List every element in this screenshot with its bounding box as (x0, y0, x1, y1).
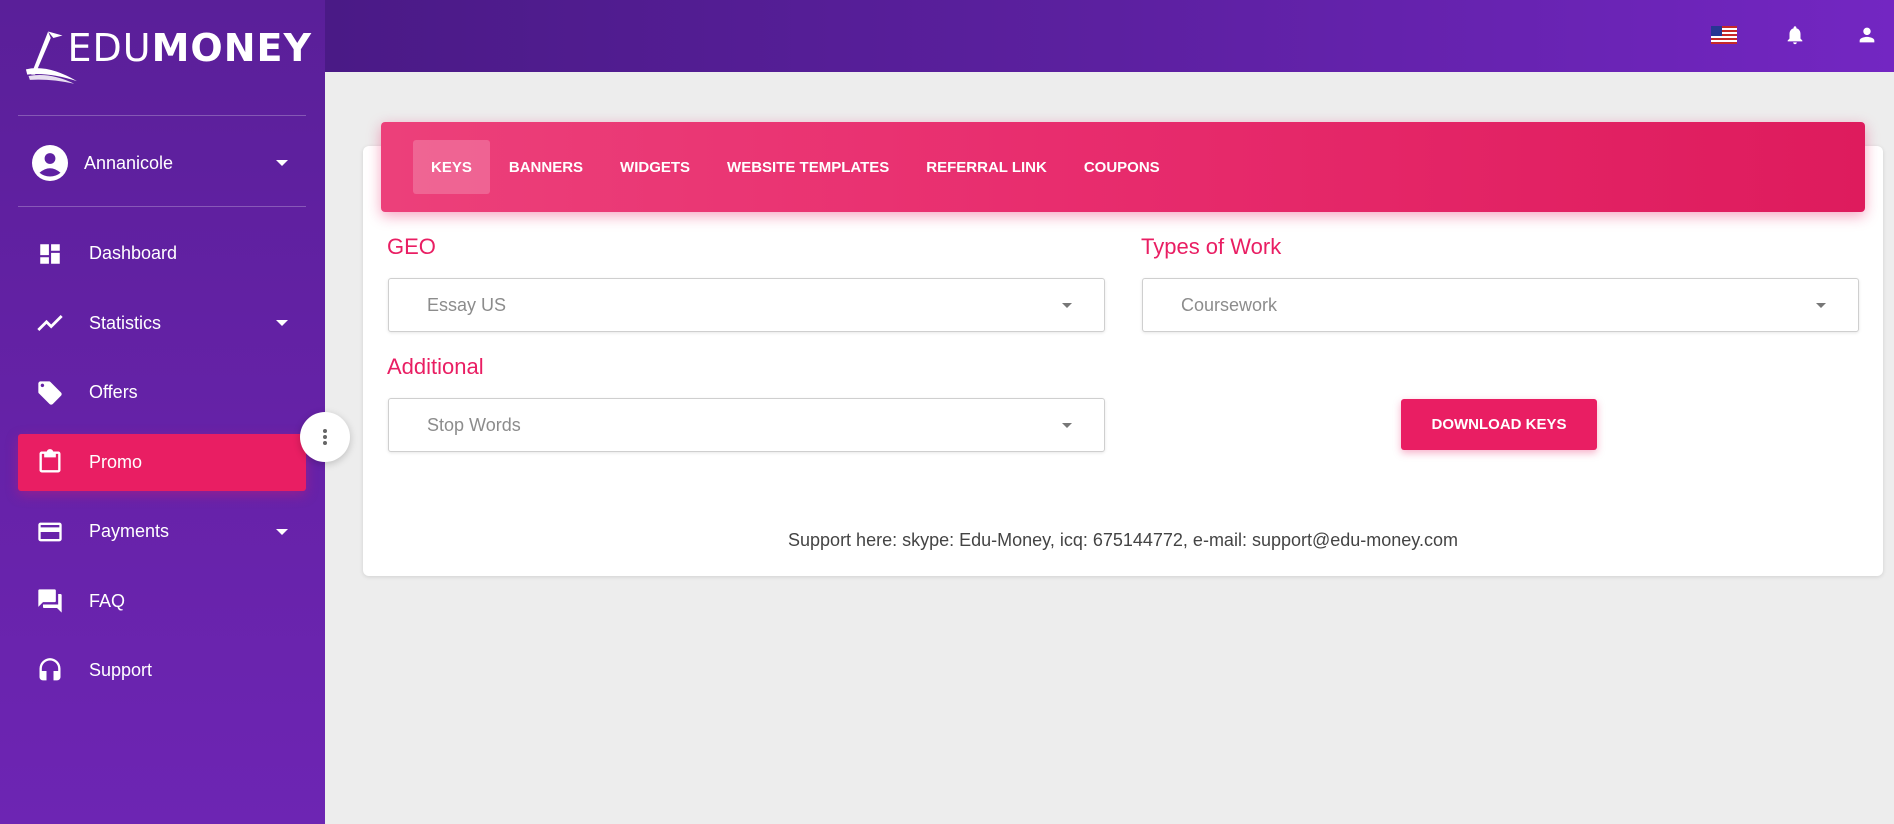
sidebar-item-label: Promo (89, 451, 143, 472)
bell-icon[interactable] (1780, 20, 1810, 50)
sidebar-divider (18, 206, 306, 207)
download-keys-button[interactable]: DOWNLOAD KEYS (1401, 399, 1597, 450)
dropdown-arrow-icon (1062, 302, 1072, 308)
headset-icon (35, 656, 65, 686)
sidebar-item-dashboard[interactable]: Dashboard (18, 225, 306, 282)
credit-card-icon (35, 517, 65, 547)
types-of-work-select[interactable]: Coursework (1142, 278, 1859, 332)
dropdown-arrow-icon (1816, 302, 1826, 308)
tab-website-templates[interactable]: WEBSITE TEMPLATES (709, 140, 907, 194)
topbar (325, 0, 1894, 72)
sidebar-nav: Dashboard Statistics Offers Promo Paymen… (18, 225, 306, 712)
sidebar-item-label: Offers (89, 382, 138, 402)
geo-label: GEO (387, 234, 436, 259)
sidebar-item-label: Dashboard (89, 243, 178, 263)
account-circle-icon (32, 145, 68, 181)
sidebar-item-faq[interactable]: FAQ (18, 573, 306, 630)
user-menu[interactable]: Annanicole (18, 135, 306, 191)
tab-referral-link[interactable]: REFERRAL LINK (908, 140, 1065, 194)
additional-select-value: Stop Words (427, 414, 521, 435)
tab-keys[interactable]: KEYS (413, 140, 490, 194)
sidebar-item-label: Statistics (89, 312, 162, 333)
chevron-down-icon (276, 320, 288, 326)
types-of-work-select-value: Coursework (1181, 294, 1278, 315)
chevron-down-icon (276, 160, 288, 166)
sidebar-item-statistics[interactable]: Statistics (18, 295, 306, 352)
dashboard-icon (35, 239, 65, 269)
us-flag-icon[interactable] (1709, 20, 1739, 50)
logo[interactable]: EDUMONEY (22, 14, 312, 100)
sidebar-item-offers[interactable]: Offers (18, 364, 306, 421)
sidebar-divider (18, 115, 306, 116)
logo-text: EDUMONEY (67, 26, 312, 70)
sidebar-item-payments[interactable]: Payments (18, 503, 306, 560)
sidebar-item-label: FAQ (89, 590, 126, 611)
user-icon[interactable] (1852, 20, 1882, 50)
promo-tabs: KEYS BANNERS WIDGETS WEBSITE TEMPLATES R… (381, 122, 1865, 212)
chevron-down-icon (276, 528, 288, 535)
trending-up-icon (35, 308, 65, 338)
sidebar-item-support[interactable]: Support (18, 642, 306, 699)
dropdown-arrow-icon (1062, 422, 1072, 428)
user-name: Annanicole (84, 152, 174, 173)
support-text: Support here: skype: Edu-Money, icq: 675… (788, 530, 1458, 550)
geo-select[interactable]: Essay US (388, 278, 1105, 332)
forum-icon (35, 586, 65, 616)
more-vertical-icon (323, 429, 327, 445)
sidebar-item-label: Payments (89, 521, 170, 541)
tag-icon (35, 378, 65, 408)
sidebar-item-label: Support (89, 660, 153, 680)
clipboard-icon (35, 447, 65, 477)
sidebar-item-promo[interactable]: Promo (18, 433, 306, 491)
sidebar: EDUMONEY Annanicole Dashboard Statistics (0, 0, 325, 824)
geo-select-value: Essay US (427, 294, 507, 315)
tab-banners[interactable]: BANNERS (491, 140, 601, 194)
tab-widgets[interactable]: WIDGETS (602, 140, 708, 194)
additional-label: Additional (387, 354, 484, 379)
tab-coupons[interactable]: COUPONS (1066, 140, 1178, 194)
additional-select[interactable]: Stop Words (388, 398, 1105, 452)
types-of-work-label: Types of Work (1141, 234, 1282, 259)
sidebar-toggle-button[interactable] (300, 412, 350, 462)
